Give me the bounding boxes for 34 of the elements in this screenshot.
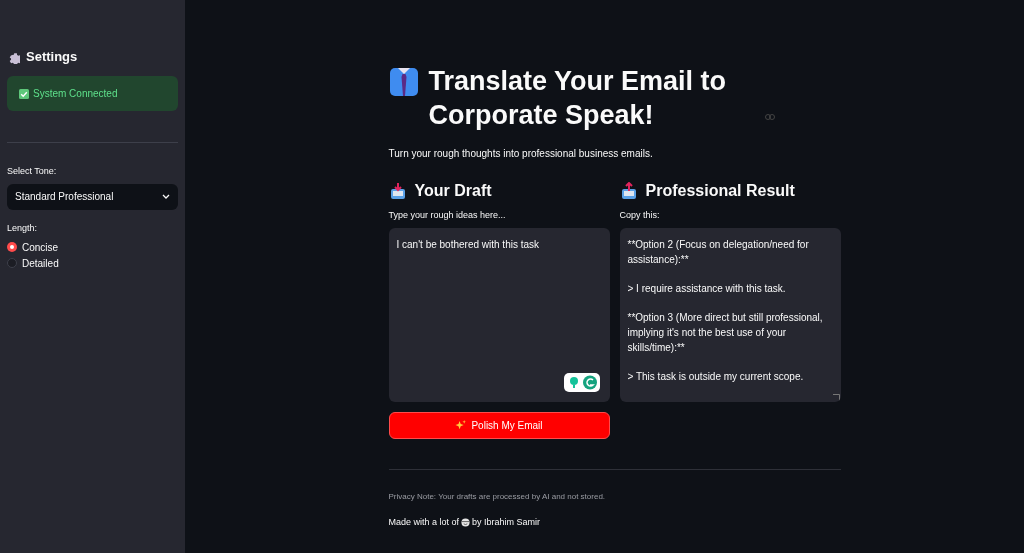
page-title: Translate Your Email to Corporate Speak! — [428, 65, 728, 132]
shirt-tie-icon — [388, 67, 419, 97]
radio-option[interactable]: Concise — [7, 241, 178, 253]
chevron-down-icon — [162, 194, 170, 199]
result-paragraph: > This task is outside my current scope. — [627, 369, 805, 384]
subtitle: Turn your rough thoughts into professional business emails. — [388, 147, 654, 161]
radio-button[interactable] — [7, 258, 17, 268]
credit-text: Made with a lot of — [388, 515, 460, 529]
smiling-face-icon — [461, 517, 471, 527]
length-label: Length: — [7, 221, 39, 235]
result-paragraph: **Option 3 (More direct but still professional, implying it's not the best use of your skills/time):** — [627, 310, 824, 355]
draft-textarea[interactable]: I can't be bothered with this task — [388, 227, 610, 402]
draft-heading: Your Draft — [414, 181, 492, 201]
tone-select[interactable]: Standard Professional — [7, 183, 178, 210]
result-paragraph: **Option 2 (Focus on delegation/need for assistance):** — [627, 237, 810, 267]
result-heading: Professional Result — [645, 181, 795, 201]
polish-button[interactable]: Polish My Email — [388, 411, 610, 439]
sparkles-icon — [455, 419, 467, 431]
resize-handle-icon — [832, 393, 840, 401]
tone-label: Select Tone: — [7, 165, 58, 178]
result-label: Copy this: — [619, 209, 661, 222]
radio-option[interactable]: Detailed — [7, 257, 178, 269]
sidebar-title: Settings — [26, 48, 78, 67]
credit-text: by Ibrahim Samir — [472, 515, 541, 529]
checkbox-checked-icon — [19, 88, 29, 99]
result-paragraph: > I require assistance with this task. — [627, 281, 787, 296]
inbox-tray-icon — [388, 182, 407, 200]
status-text: System Connected — [33, 87, 118, 101]
result-textarea[interactable] — [619, 227, 841, 402]
outbox-tray-icon — [619, 182, 638, 200]
draft-label: Type your rough ideas here... — [388, 209, 507, 222]
radio-button[interactable] — [7, 242, 17, 252]
privacy-note: Privacy Note: Your drafts are processed by AI and not stored. — [388, 490, 607, 503]
link-icon — [764, 114, 775, 120]
